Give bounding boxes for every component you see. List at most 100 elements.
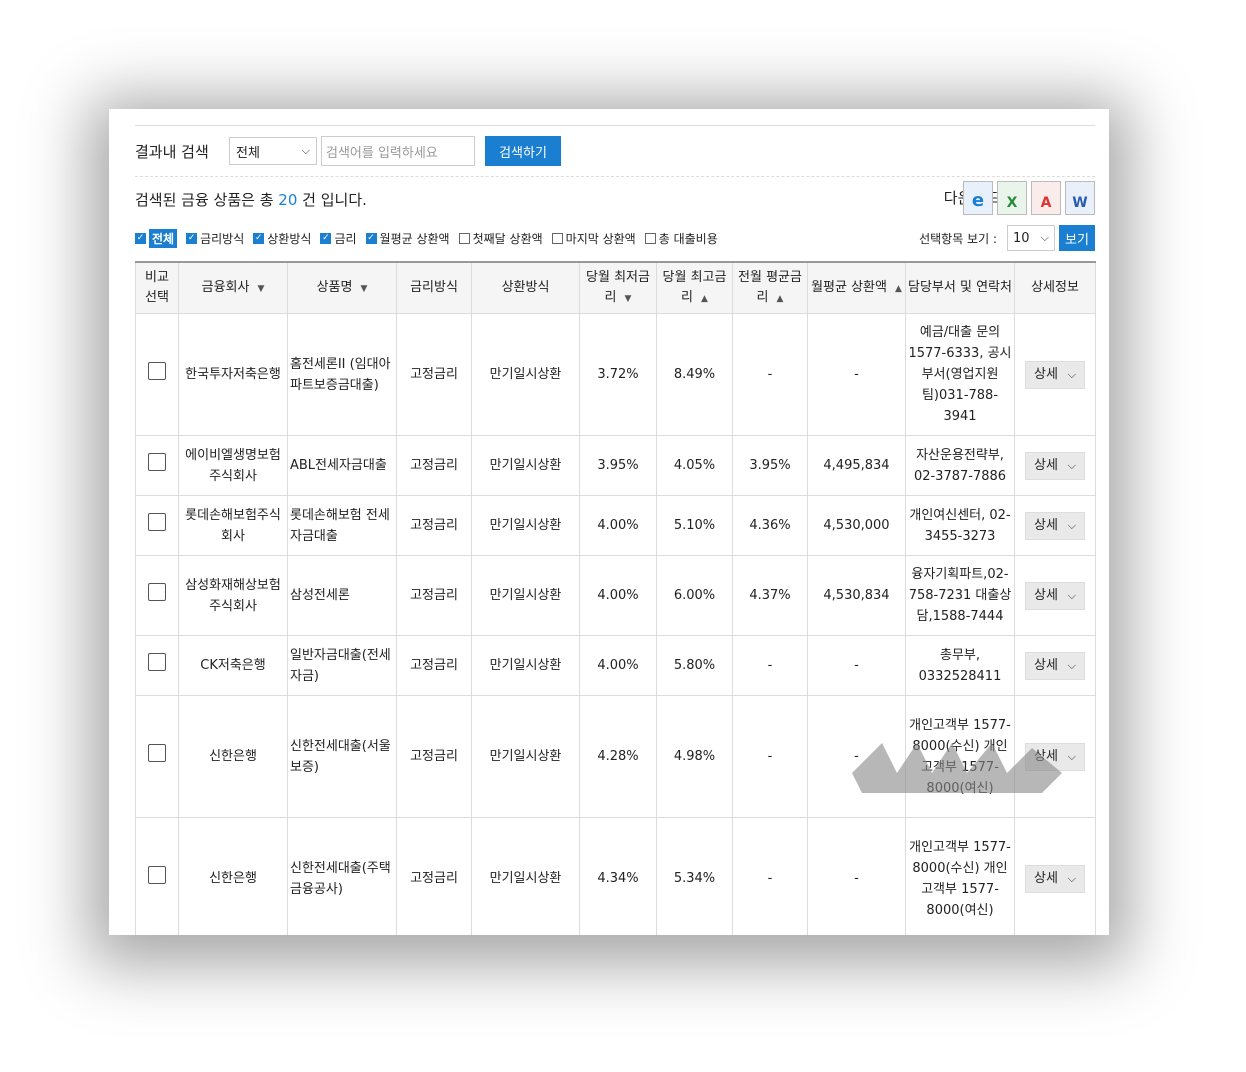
column-filters: ✓ 전체 ✓ 금리방식 ✓ 상환방식 ✓ 금리 ✓ 월평균 상환액 첫째달 상환액 마지막…: [135, 229, 727, 248]
avg-rate-cell: -: [732, 313, 808, 436]
sort-down-icon[interactable]: ▼: [625, 294, 632, 304]
compare-cell: [135, 817, 179, 935]
header-product[interactable]: 상품명 ▼: [287, 261, 397, 314]
detail-button[interactable]: 상세 ⌵: [1025, 864, 1085, 893]
top-divider: [135, 125, 1095, 126]
repay-cell: 만기일시상환: [471, 313, 580, 436]
chevron-down-icon: ⌵: [1067, 750, 1076, 763]
rate-type-cell: 고정금리: [396, 695, 472, 818]
checkbox-checked-icon[interactable]: ✓: [253, 233, 265, 244]
filter-rate[interactable]: ✓ 금리: [320, 230, 357, 247]
sort-down-icon[interactable]: ▼: [257, 284, 264, 294]
header-max-rate[interactable]: 당월 최고금리 ▲: [656, 261, 733, 314]
compare-checkbox[interactable]: [148, 744, 166, 762]
compare-cell: [135, 495, 179, 556]
min-rate-cell: 4.00%: [579, 555, 657, 636]
rate-type-cell: 고정금리: [396, 817, 472, 935]
filter-total-cost[interactable]: 총 대출비용: [644, 230, 718, 247]
view-controls: 선택항목 보기 : 10 ⌵ 보기: [919, 225, 1095, 251]
filter-last-month[interactable]: 마지막 상환액: [551, 230, 636, 247]
product-cell: 신한전세대출(주택금융공사): [287, 817, 397, 935]
compare-checkbox[interactable]: [148, 653, 166, 671]
checkbox-checked-icon[interactable]: ✓: [365, 233, 377, 244]
detail-button[interactable]: 상세 ⌵: [1025, 651, 1085, 680]
excel-icon[interactable]: X: [997, 181, 1027, 215]
search-label: 결과내 검색: [135, 142, 209, 161]
avg-rate-cell: -: [732, 635, 808, 696]
result-count-number: 20: [278, 191, 298, 209]
header-company[interactable]: 금융회사 ▼: [178, 261, 288, 314]
word-icon[interactable]: W: [1065, 181, 1095, 215]
checkbox-checked-icon[interactable]: ✓: [186, 233, 198, 244]
sort-up-icon[interactable]: ▲: [777, 294, 784, 304]
company-cell: CK저축은행: [178, 635, 288, 696]
contact-cell: 개인고객부 1577-8000(수신) 개인고객부 1577-8000(여신): [905, 817, 1015, 935]
product-cell: 신한전세대출(서울보증): [287, 695, 397, 818]
products-table: 비교 선택 금융회사 ▼ 상품명 ▼ 금리방식 상환방식 당월 최저금리 ▼ 당월 최…: [135, 261, 1096, 935]
checkbox-unchecked-icon[interactable]: [551, 233, 563, 244]
view-count-select[interactable]: 10 ⌵: [1007, 225, 1055, 251]
sort-up-icon[interactable]: ▲: [701, 294, 708, 304]
search-scope-select[interactable]: 전체 ⌵: [229, 137, 317, 165]
view-button[interactable]: 보기: [1059, 225, 1095, 251]
filter-all[interactable]: ✓ 전체: [135, 229, 178, 248]
detail-button[interactable]: 상세 ⌵: [1025, 742, 1085, 771]
detail-button[interactable]: 상세 ⌵: [1025, 511, 1085, 540]
header-rate-type: 금리방식: [396, 261, 472, 314]
header-contact: 담당부서 및 연락처: [905, 261, 1015, 314]
monthly-cell: 4,495,834: [807, 435, 906, 496]
detail-cell: 상세 ⌵: [1014, 695, 1096, 818]
chevron-down-icon: ⌵: [1067, 872, 1076, 885]
detail-cell: 상세 ⌵: [1014, 313, 1096, 436]
filter-repay-type[interactable]: ✓ 상환방식: [253, 230, 311, 247]
contact-cell: 예금/대출 문의 1577-6333, 공시부서(영업지원팀)031-788-3…: [905, 313, 1015, 436]
repay-cell: 만기일시상환: [471, 495, 580, 556]
search-input[interactable]: 검색어를 입력하세요: [321, 136, 475, 166]
chevron-down-icon: ⌵: [1067, 368, 1076, 381]
pdf-icon[interactable]: A: [1031, 181, 1061, 215]
checkbox-checked-icon[interactable]: ✓: [135, 233, 146, 244]
compare-checkbox[interactable]: [148, 513, 166, 531]
product-cell: 삼성전세론: [287, 555, 397, 636]
download-icons: e X A W: [963, 181, 1095, 215]
monthly-cell: -: [807, 695, 906, 818]
chevron-down-icon: ⌵: [1067, 659, 1076, 672]
compare-checkbox[interactable]: [148, 866, 166, 884]
filter-monthly-repay[interactable]: ✓ 월평균 상환액: [365, 230, 450, 247]
checkbox-unchecked-icon[interactable]: [644, 233, 656, 244]
header-avg-rate[interactable]: 전월 평균금리 ▲: [732, 261, 808, 314]
product-cell: 홈전세론II (임대아파트보증금대출): [287, 313, 397, 436]
max-rate-cell: 5.34%: [656, 817, 733, 935]
filter-first-month[interactable]: 첫째달 상환액: [458, 230, 543, 247]
compare-checkbox[interactable]: [148, 362, 166, 380]
header-min-rate[interactable]: 당월 최저금리 ▼: [579, 261, 657, 314]
table-row: 삼성화재해상보험주식회사 삼성전세론 고정금리 만기일시상환 4.00% 6.00% 4.3…: [135, 555, 1096, 636]
max-rate-cell: 5.10%: [656, 495, 733, 556]
avg-rate-cell: -: [732, 695, 808, 818]
detail-button[interactable]: 상세 ⌵: [1025, 360, 1085, 389]
company-cell: 신한은행: [178, 695, 288, 818]
checkbox-unchecked-icon[interactable]: [458, 233, 470, 244]
compare-checkbox[interactable]: [148, 453, 166, 471]
checkbox-checked-icon[interactable]: ✓: [320, 233, 332, 244]
min-rate-cell: 3.72%: [579, 313, 657, 436]
rate-type-cell: 고정금리: [396, 495, 472, 556]
company-cell: 삼성화재해상보험주식회사: [178, 555, 288, 636]
company-cell: 롯데손해보험주식회사: [178, 495, 288, 556]
contact-cell: 융자기획파트,02-758-7231 대출상담,1588-7444: [905, 555, 1015, 636]
detail-cell: 상세 ⌵: [1014, 635, 1096, 696]
filter-rate-type[interactable]: ✓ 금리방식: [186, 230, 244, 247]
compare-checkbox[interactable]: [148, 583, 166, 601]
ie-icon[interactable]: e: [963, 181, 993, 215]
repay-cell: 만기일시상환: [471, 817, 580, 935]
company-cell: 신한은행: [178, 817, 288, 935]
sort-down-icon[interactable]: ▼: [360, 284, 367, 294]
search-button[interactable]: 검색하기: [485, 136, 561, 166]
min-rate-cell: 4.00%: [579, 495, 657, 556]
table-row: 에이비엘생명보험주식회사 ABL전세자금대출 고정금리 만기일시상환 3.95% 4.05…: [135, 435, 1096, 496]
detail-button[interactable]: 상세 ⌵: [1025, 451, 1085, 480]
monthly-cell: 4,530,834: [807, 555, 906, 636]
sort-up-icon[interactable]: ▲: [895, 284, 902, 294]
detail-button[interactable]: 상세 ⌵: [1025, 581, 1085, 610]
header-monthly[interactable]: 월평균 상환액 ▲: [807, 261, 906, 314]
